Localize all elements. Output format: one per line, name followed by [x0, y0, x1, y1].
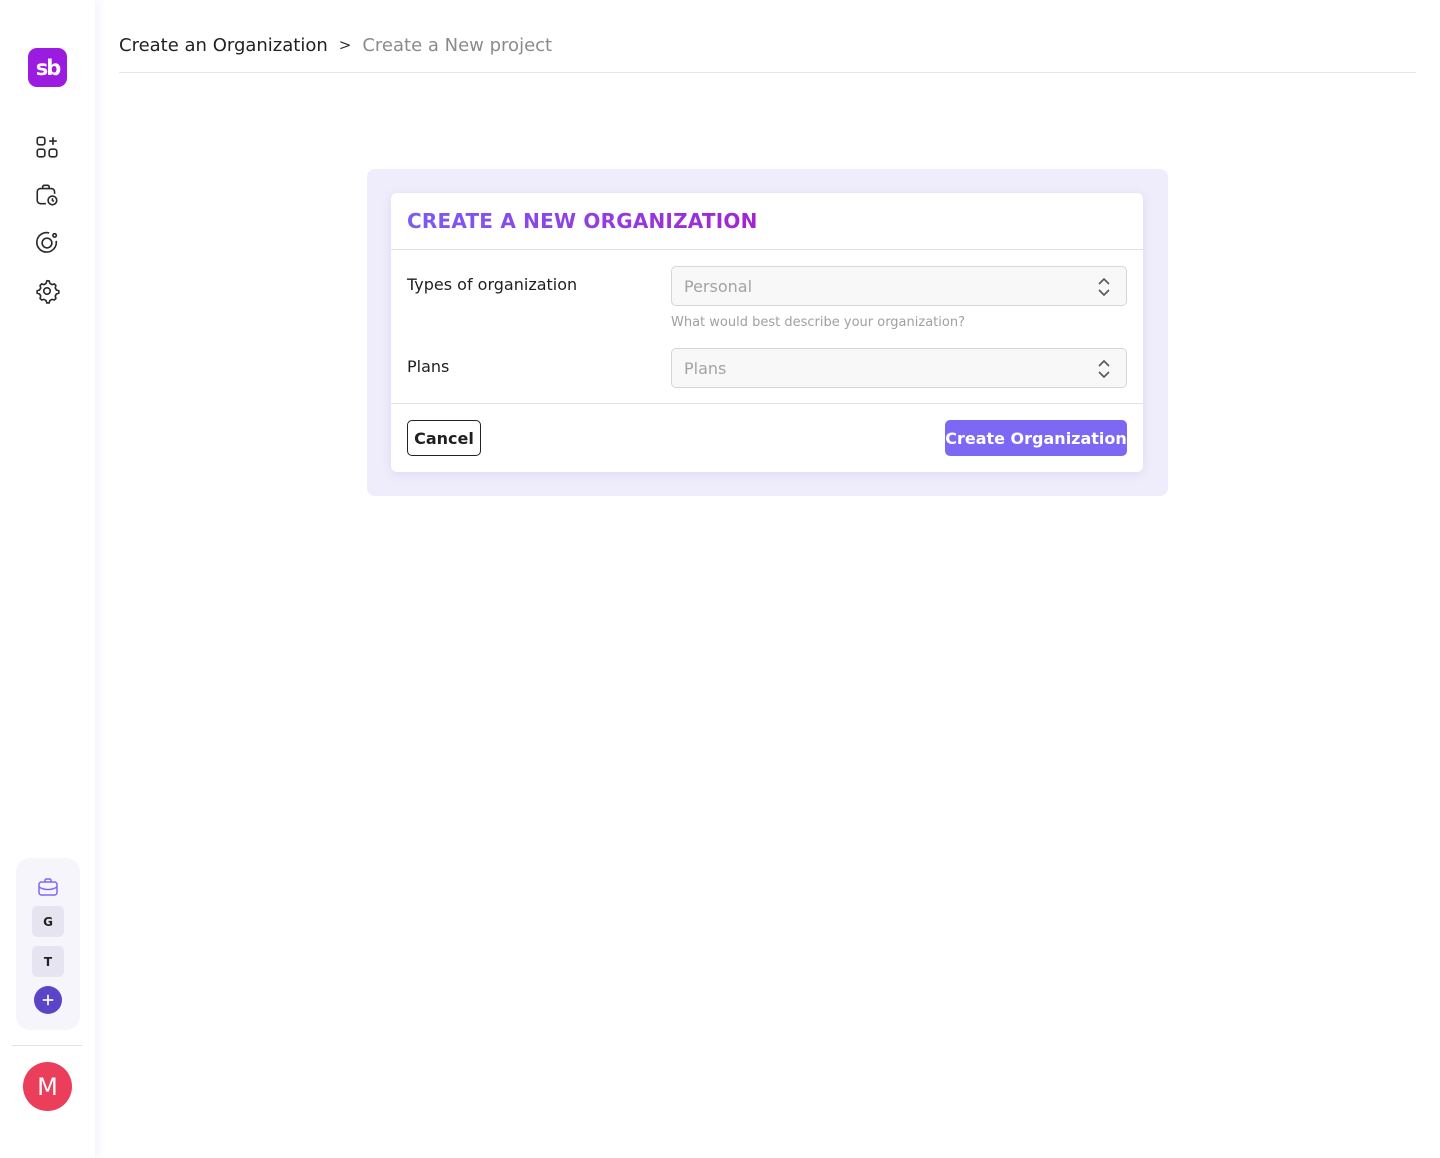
create-organization-button[interactable]: Create Organization: [945, 420, 1127, 456]
calendar-clock-icon[interactable]: [33, 181, 61, 209]
card-title: CREATE A NEW ORGANIZATION: [407, 209, 758, 239]
workspace-item-t[interactable]: T: [32, 946, 64, 977]
plans-value: Plans: [684, 358, 727, 378]
add-workspace-button[interactable]: [34, 986, 62, 1014]
chevron-up-down-icon: [1098, 359, 1110, 379]
breadcrumb-item-project: Create a New project: [362, 34, 553, 56]
org-type-value: Personal: [684, 276, 753, 296]
org-type-label: Types of organization: [407, 275, 578, 294]
card-footer-divider: [391, 403, 1143, 404]
breadcrumb: Create an Organization > Create a New pr…: [119, 31, 552, 59]
breadcrumb-separator: >: [338, 36, 352, 54]
briefcase-icon[interactable]: [36, 875, 60, 899]
workspace-item-g[interactable]: G: [32, 906, 64, 937]
avatar[interactable]: M: [23, 1062, 72, 1111]
card-frame: CREATE A NEW ORGANIZATION Types of organ…: [367, 169, 1168, 496]
add-widget-icon[interactable]: [33, 133, 61, 161]
org-type-help: What would best describe your organizati…: [671, 315, 965, 330]
chevron-up-down-icon: [1098, 277, 1110, 297]
plans-select[interactable]: Plans: [671, 348, 1127, 388]
sidebar: sb G T M: [0, 0, 95, 1158]
sidebar-divider: [12, 1045, 83, 1046]
card-divider: [391, 249, 1143, 250]
app-logo[interactable]: sb: [28, 48, 67, 87]
plus-icon: [42, 994, 54, 1006]
header-divider: [119, 72, 1416, 73]
plans-label: Plans: [407, 357, 450, 376]
org-type-select[interactable]: Personal: [671, 266, 1127, 306]
workspace-switcher: G T: [16, 858, 80, 1030]
cancel-button[interactable]: Cancel: [407, 420, 481, 456]
target-icon[interactable]: [33, 229, 61, 257]
create-organization-card: CREATE A NEW ORGANIZATION Types of organ…: [391, 193, 1143, 472]
gear-icon[interactable]: [33, 277, 61, 305]
breadcrumb-item-organization[interactable]: Create an Organization: [119, 35, 328, 56]
